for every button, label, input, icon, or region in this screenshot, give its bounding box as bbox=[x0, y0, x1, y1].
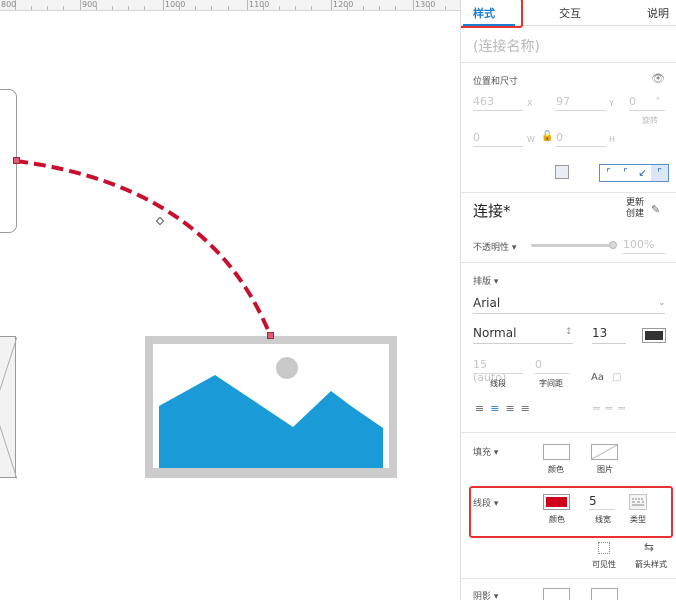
arrow-style-caption: 箭头样式 bbox=[635, 560, 667, 569]
visibility-caption: 可见性 bbox=[592, 560, 616, 569]
opacity-slider[interactable] bbox=[531, 244, 611, 247]
x-field[interactable]: 463 bbox=[473, 95, 523, 111]
fill-image-caption: 图片 bbox=[597, 465, 613, 474]
char-spacing-caption: 字间距 bbox=[539, 379, 563, 388]
h-field[interactable]: 0 bbox=[556, 131, 606, 147]
inspector-tabs: 样式 交互 说明 bbox=[461, 0, 676, 28]
y-field[interactable]: 97 bbox=[556, 95, 606, 111]
visibility-icon[interactable] bbox=[598, 542, 610, 554]
font-weight-select[interactable]: Normal bbox=[473, 326, 573, 344]
char-spacing-input[interactable]: 0 bbox=[535, 358, 569, 374]
line-spacing-input[interactable]: 15 (auto) bbox=[473, 358, 523, 384]
tab-notes[interactable]: 说明 bbox=[647, 5, 669, 21]
eye-icon[interactable]: 👁 bbox=[651, 72, 665, 85]
connector-end-handle[interactable] bbox=[267, 332, 274, 339]
shadow-title: 阴影 ▾ bbox=[473, 592, 499, 600]
text-align-icons[interactable]: ≡≡≡≡ bbox=[475, 402, 536, 415]
chevron-down-icon: ⌄ bbox=[658, 298, 666, 308]
opacity-value[interactable]: 100% bbox=[623, 238, 665, 254]
line-width-caption: 线宽 bbox=[595, 515, 611, 524]
connector-curved-icon[interactable]: ⌜ bbox=[651, 165, 668, 181]
lock-icon[interactable]: 🔓 bbox=[541, 131, 553, 142]
edit-style-icon[interactable]: ✎ bbox=[651, 203, 660, 216]
font-size-input[interactable]: 13 bbox=[592, 326, 626, 344]
rotation-caption: 旋转 bbox=[642, 116, 658, 125]
text-style-icon[interactable]: □ bbox=[612, 372, 621, 383]
vertical-align-icons[interactable]: ═══ bbox=[593, 402, 631, 415]
update-line2: 创建 bbox=[626, 209, 645, 219]
line-title: 线段 ▾ bbox=[473, 499, 499, 509]
w-unit: W bbox=[527, 135, 535, 144]
update-line1: 更新 bbox=[626, 198, 645, 208]
connector-elbow-icon[interactable]: ⌜ bbox=[617, 165, 634, 181]
auto-fit-icon[interactable] bbox=[555, 165, 569, 179]
inspector-panel: 样式 交互 说明 (连接名称) 位置和尺寸 👁 463 X 97 Y 0 ° 旋… bbox=[460, 0, 676, 600]
outer-shadow-chip[interactable] bbox=[543, 588, 570, 600]
position-size-title: 位置和尺寸 bbox=[473, 77, 519, 87]
no-image-icon bbox=[591, 444, 618, 460]
connector-line[interactable] bbox=[0, 0, 460, 600]
line-width-input[interactable]: 5 bbox=[589, 494, 615, 510]
connector-style-group: ⌜ ⌜ ↙ ⌜ bbox=[599, 164, 669, 182]
w-field[interactable]: 0 bbox=[473, 131, 523, 147]
fill-color-caption: 颜色 bbox=[548, 465, 564, 474]
tab-highlight-box bbox=[461, 0, 523, 28]
connector-start-handle[interactable] bbox=[13, 157, 20, 164]
tab-interaction[interactable]: 交互 bbox=[559, 5, 581, 21]
inner-shadow-chip[interactable] bbox=[591, 588, 618, 600]
h-unit: H bbox=[609, 135, 616, 144]
text-case-icon[interactable]: Aa bbox=[591, 372, 604, 383]
line-color-caption: 颜色 bbox=[549, 515, 565, 524]
fill-color-chip[interactable] bbox=[543, 444, 570, 460]
x-unit: X bbox=[527, 99, 533, 108]
typography-title: 排版 ▾ bbox=[473, 277, 499, 287]
font-family-select[interactable]: Arial bbox=[473, 296, 665, 314]
chevron-updown-icon: ↕ bbox=[565, 327, 573, 337]
update-style-button[interactable]: 更新 创建 bbox=[626, 198, 644, 220]
line-spacing-caption: 线段 bbox=[490, 379, 506, 388]
opacity-label: 不透明性 ▾ bbox=[473, 243, 517, 253]
connector-straight-icon[interactable]: ⌜ bbox=[600, 165, 617, 181]
connector-name-input[interactable]: (连接名称) bbox=[473, 36, 540, 56]
line-type-caption: 类型 bbox=[630, 515, 646, 524]
line-type-icon[interactable] bbox=[629, 494, 647, 510]
arrow-style-icon[interactable]: ⇆ bbox=[644, 540, 654, 554]
design-canvas[interactable]: 800 900 1000 1100 1200 1300 bbox=[0, 0, 460, 600]
fill-image-chip[interactable] bbox=[591, 444, 618, 460]
connector-angled-icon[interactable]: ↙ bbox=[634, 165, 651, 181]
y-unit: Y bbox=[609, 99, 614, 108]
rotation-unit: ° bbox=[656, 96, 660, 105]
fill-title: 填充 ▾ bbox=[473, 448, 499, 458]
opacity-slider-knob[interactable] bbox=[609, 241, 617, 249]
editor-root: 800 900 1000 1100 1200 1300 样式 交互 说明 (连接… bbox=[0, 0, 676, 600]
text-color-chip[interactable] bbox=[642, 328, 666, 343]
line-color-chip[interactable] bbox=[543, 494, 570, 510]
style-name[interactable]: 连接* bbox=[473, 200, 511, 221]
